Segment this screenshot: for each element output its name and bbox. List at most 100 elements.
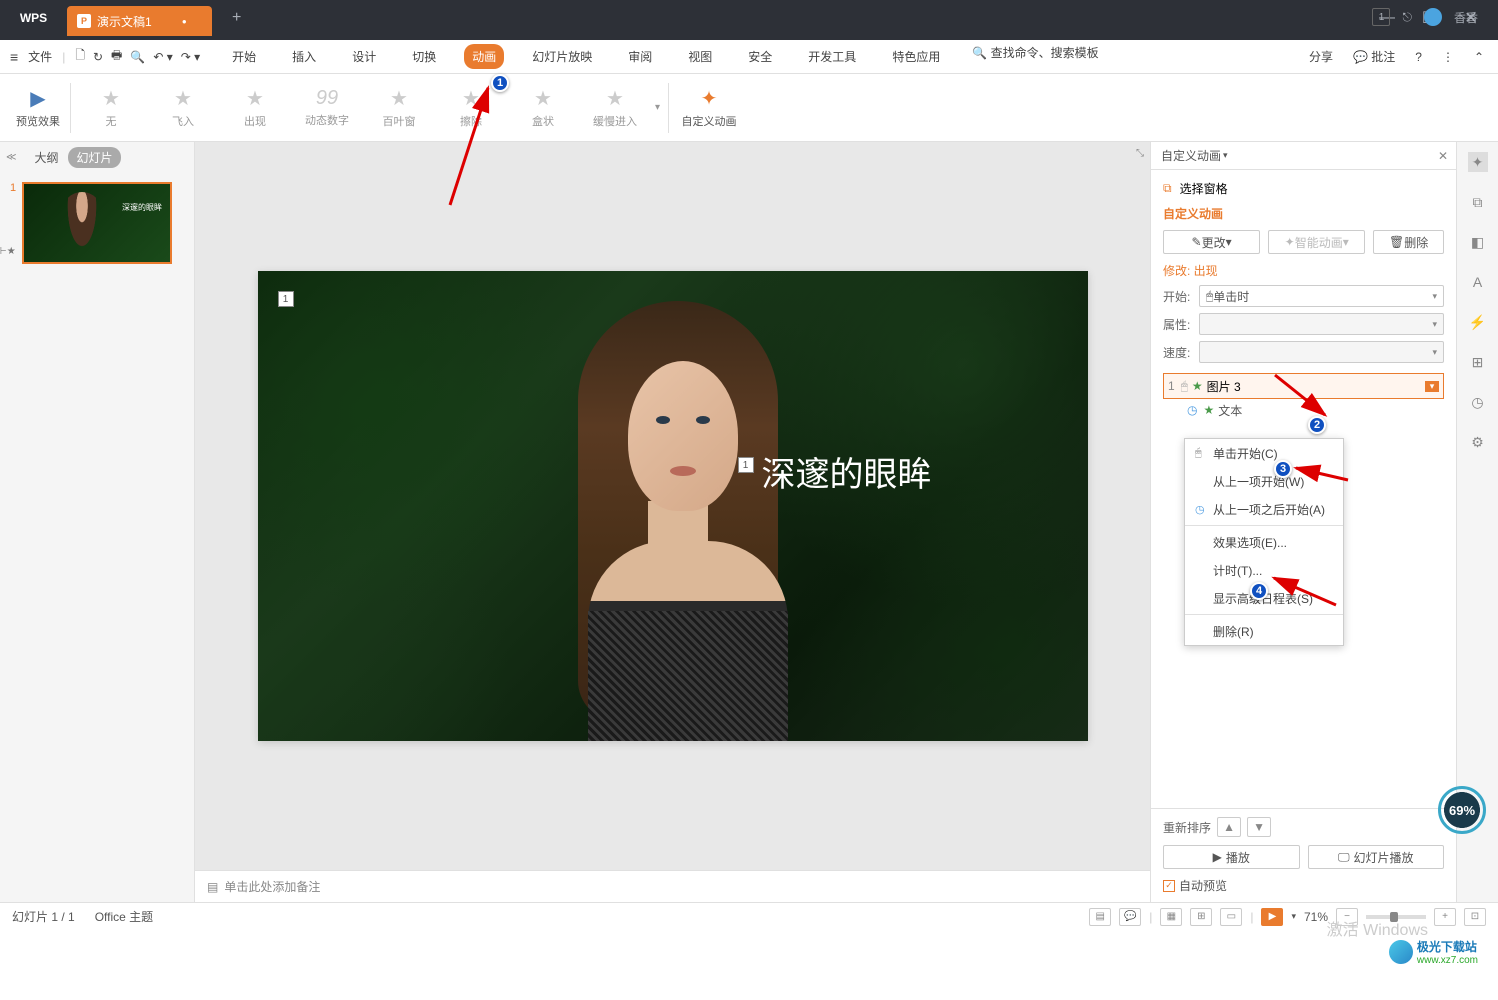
normal-view-icon[interactable]: ▦: [1160, 908, 1182, 926]
effect-flyin[interactable]: ★飞入: [147, 78, 219, 138]
undo-icon[interactable]: ↶ ▾: [153, 50, 172, 64]
slideshow-button[interactable]: 🖵 幻灯片播放: [1308, 845, 1445, 869]
effect-appear[interactable]: ★出现: [219, 78, 291, 138]
select-pane-icon: ⧉: [1163, 181, 1172, 196]
comment-button[interactable]: 💬 批注: [1353, 48, 1395, 65]
hamburger-icon[interactable]: ≡: [10, 49, 18, 65]
auto-preview-checkbox[interactable]: ✓: [1163, 880, 1175, 892]
delete-button[interactable]: 🗑 删除: [1373, 230, 1444, 254]
sorter-view-icon[interactable]: ⊞: [1190, 908, 1212, 926]
star-icon: ★: [1203, 403, 1214, 417]
notification-badge[interactable]: 1: [1372, 8, 1390, 26]
comments-icon[interactable]: 💬: [1119, 908, 1141, 926]
file-menu[interactable]: 文件: [28, 48, 52, 65]
menu-design[interactable]: 设计: [344, 44, 384, 69]
sparkle-icon[interactable]: ✦: [1468, 152, 1488, 172]
gift-icon[interactable]: ⎋: [1402, 10, 1412, 25]
panel-collapse-icon[interactable]: ≪: [6, 152, 16, 163]
editor-expand-icon[interactable]: ⤡: [1136, 148, 1144, 159]
user-avatar[interactable]: [1424, 8, 1442, 26]
change-button[interactable]: ✎ 更改 ▾: [1163, 230, 1260, 254]
open-icon[interactable]: ↻: [93, 50, 103, 64]
layers-icon[interactable]: ⧉: [1468, 192, 1488, 212]
outline-tab[interactable]: 大纲: [34, 149, 58, 166]
add-tab-button[interactable]: +: [222, 3, 252, 33]
smart-anim-button[interactable]: ✦ 智能动画 ▾: [1268, 230, 1365, 254]
pane-close-icon[interactable]: ✕: [1438, 149, 1448, 163]
text-icon[interactable]: A: [1468, 272, 1488, 292]
notes-view-icon[interactable]: ▤: [1089, 908, 1111, 926]
animation-indicator-icon: ⊩★: [0, 246, 22, 257]
ctx-after-prev[interactable]: ◷从上一项之后开始(A): [1185, 495, 1343, 523]
effect-blinds[interactable]: ★百叶窗: [363, 78, 435, 138]
tab-title: 演示文稿1: [97, 13, 152, 30]
reading-view-icon[interactable]: ▭: [1220, 908, 1242, 926]
menu-start[interactable]: 开始: [224, 44, 264, 69]
document-tab[interactable]: P 演示文稿1 ●: [67, 6, 212, 36]
menu-view[interactable]: 视图: [680, 44, 720, 69]
effect-number[interactable]: 99动态数字: [291, 78, 363, 138]
effect-slowenter[interactable]: ★缓慢进入: [579, 78, 651, 138]
menu-devtools[interactable]: 开发工具: [800, 44, 864, 69]
play-button[interactable]: ▶ 播放: [1163, 845, 1300, 869]
menu-transition[interactable]: 切换: [404, 44, 444, 69]
preview-icon: ▶: [30, 86, 45, 111]
user-name: 香香: [1454, 9, 1478, 26]
menu-animation[interactable]: 动画: [464, 44, 504, 69]
pane-title: 自定义动画: [1161, 147, 1221, 164]
tools-icon[interactable]: ⚙: [1468, 432, 1488, 452]
logo-text: WPS: [20, 11, 47, 25]
menu-security[interactable]: 安全: [740, 44, 780, 69]
number-icon: 99: [316, 87, 338, 110]
windows-activation-watermark: 激活 Windows: [1327, 916, 1428, 940]
move-up-button[interactable]: ▲: [1217, 817, 1241, 837]
preview-icon[interactable]: 🔍: [130, 50, 145, 64]
share-button[interactable]: 分享: [1309, 48, 1333, 65]
more-icon[interactable]: ⋮: [1442, 50, 1454, 64]
custom-animation-button[interactable]: ✦ 自定义动画: [673, 78, 745, 138]
menu-review[interactable]: 审阅: [620, 44, 660, 69]
slide-canvas[interactable]: 1 1 深邃的眼眸: [258, 271, 1088, 741]
start-select[interactable]: 🖱 单击时: [1199, 285, 1444, 307]
red-arrow-1: [440, 80, 500, 210]
menu-slideshow[interactable]: 幻灯片放映: [524, 44, 600, 69]
thumb-number: 1: [10, 182, 22, 194]
zoom-level[interactable]: 71%: [1304, 910, 1328, 924]
watermark-logo-icon: [1389, 940, 1413, 964]
start-label: 开始:: [1163, 288, 1199, 305]
collapse-icon[interactable]: ⌃: [1474, 50, 1484, 64]
slide-thumbnail[interactable]: 深邃的眼眸: [22, 182, 172, 264]
select-pane-button[interactable]: 选择窗格: [1180, 180, 1228, 197]
slideshow-play-button[interactable]: ▶: [1261, 908, 1283, 926]
star-icon: ★: [390, 86, 408, 111]
effect-none[interactable]: ★无: [75, 78, 147, 138]
help-icon[interactable]: ?: [1415, 50, 1422, 64]
lightning-icon[interactable]: ⚡: [1468, 312, 1488, 332]
effects-more-icon[interactable]: ▾: [655, 102, 660, 113]
preview-effect-button[interactable]: ▶ 预览效果: [10, 78, 66, 138]
ctx-delete[interactable]: 删除(R): [1185, 617, 1343, 645]
speed-select: [1199, 341, 1444, 363]
zoom-in-icon[interactable]: +: [1434, 908, 1456, 926]
print-icon[interactable]: 🖶: [111, 46, 122, 67]
palette-icon[interactable]: ◧: [1468, 232, 1488, 252]
search-button[interactable]: 🔍 查找命令、搜索模板: [972, 44, 1098, 69]
menu-insert[interactable]: 插入: [284, 44, 324, 69]
move-down-button[interactable]: ▼: [1247, 817, 1271, 837]
grid-icon[interactable]: ⊞: [1468, 352, 1488, 372]
effect-box[interactable]: ★盒状: [507, 78, 579, 138]
redo-icon[interactable]: ↷ ▾: [181, 50, 200, 64]
ctx-effect-options[interactable]: 效果选项(E)...: [1185, 528, 1343, 556]
notes-bar[interactable]: ▤ 单击此处添加备注: [195, 870, 1150, 902]
history-icon[interactable]: ◷: [1468, 392, 1488, 412]
editor-area: ⤡ 1 1 深邃的眼眸 ▤: [195, 142, 1150, 902]
progress-badge: 69%: [1438, 786, 1486, 834]
fit-icon[interactable]: ⊡: [1464, 908, 1486, 926]
menu-featured[interactable]: 特色应用: [884, 44, 948, 69]
modify-label: 修改: 出现: [1163, 262, 1444, 279]
annotation-1: 1: [491, 74, 509, 92]
slides-tab[interactable]: 幻灯片: [68, 147, 120, 168]
save-icon[interactable]: 🗋: [75, 46, 85, 67]
slide-title-text[interactable]: 深邃的眼眸: [762, 447, 932, 496]
toolbar: ≡ 文件 | 🗋 ↻ 🖶 🔍 ↶ ▾ ↷ ▾ 开始 插入 设计 切换 动画 幻灯…: [0, 40, 1498, 74]
